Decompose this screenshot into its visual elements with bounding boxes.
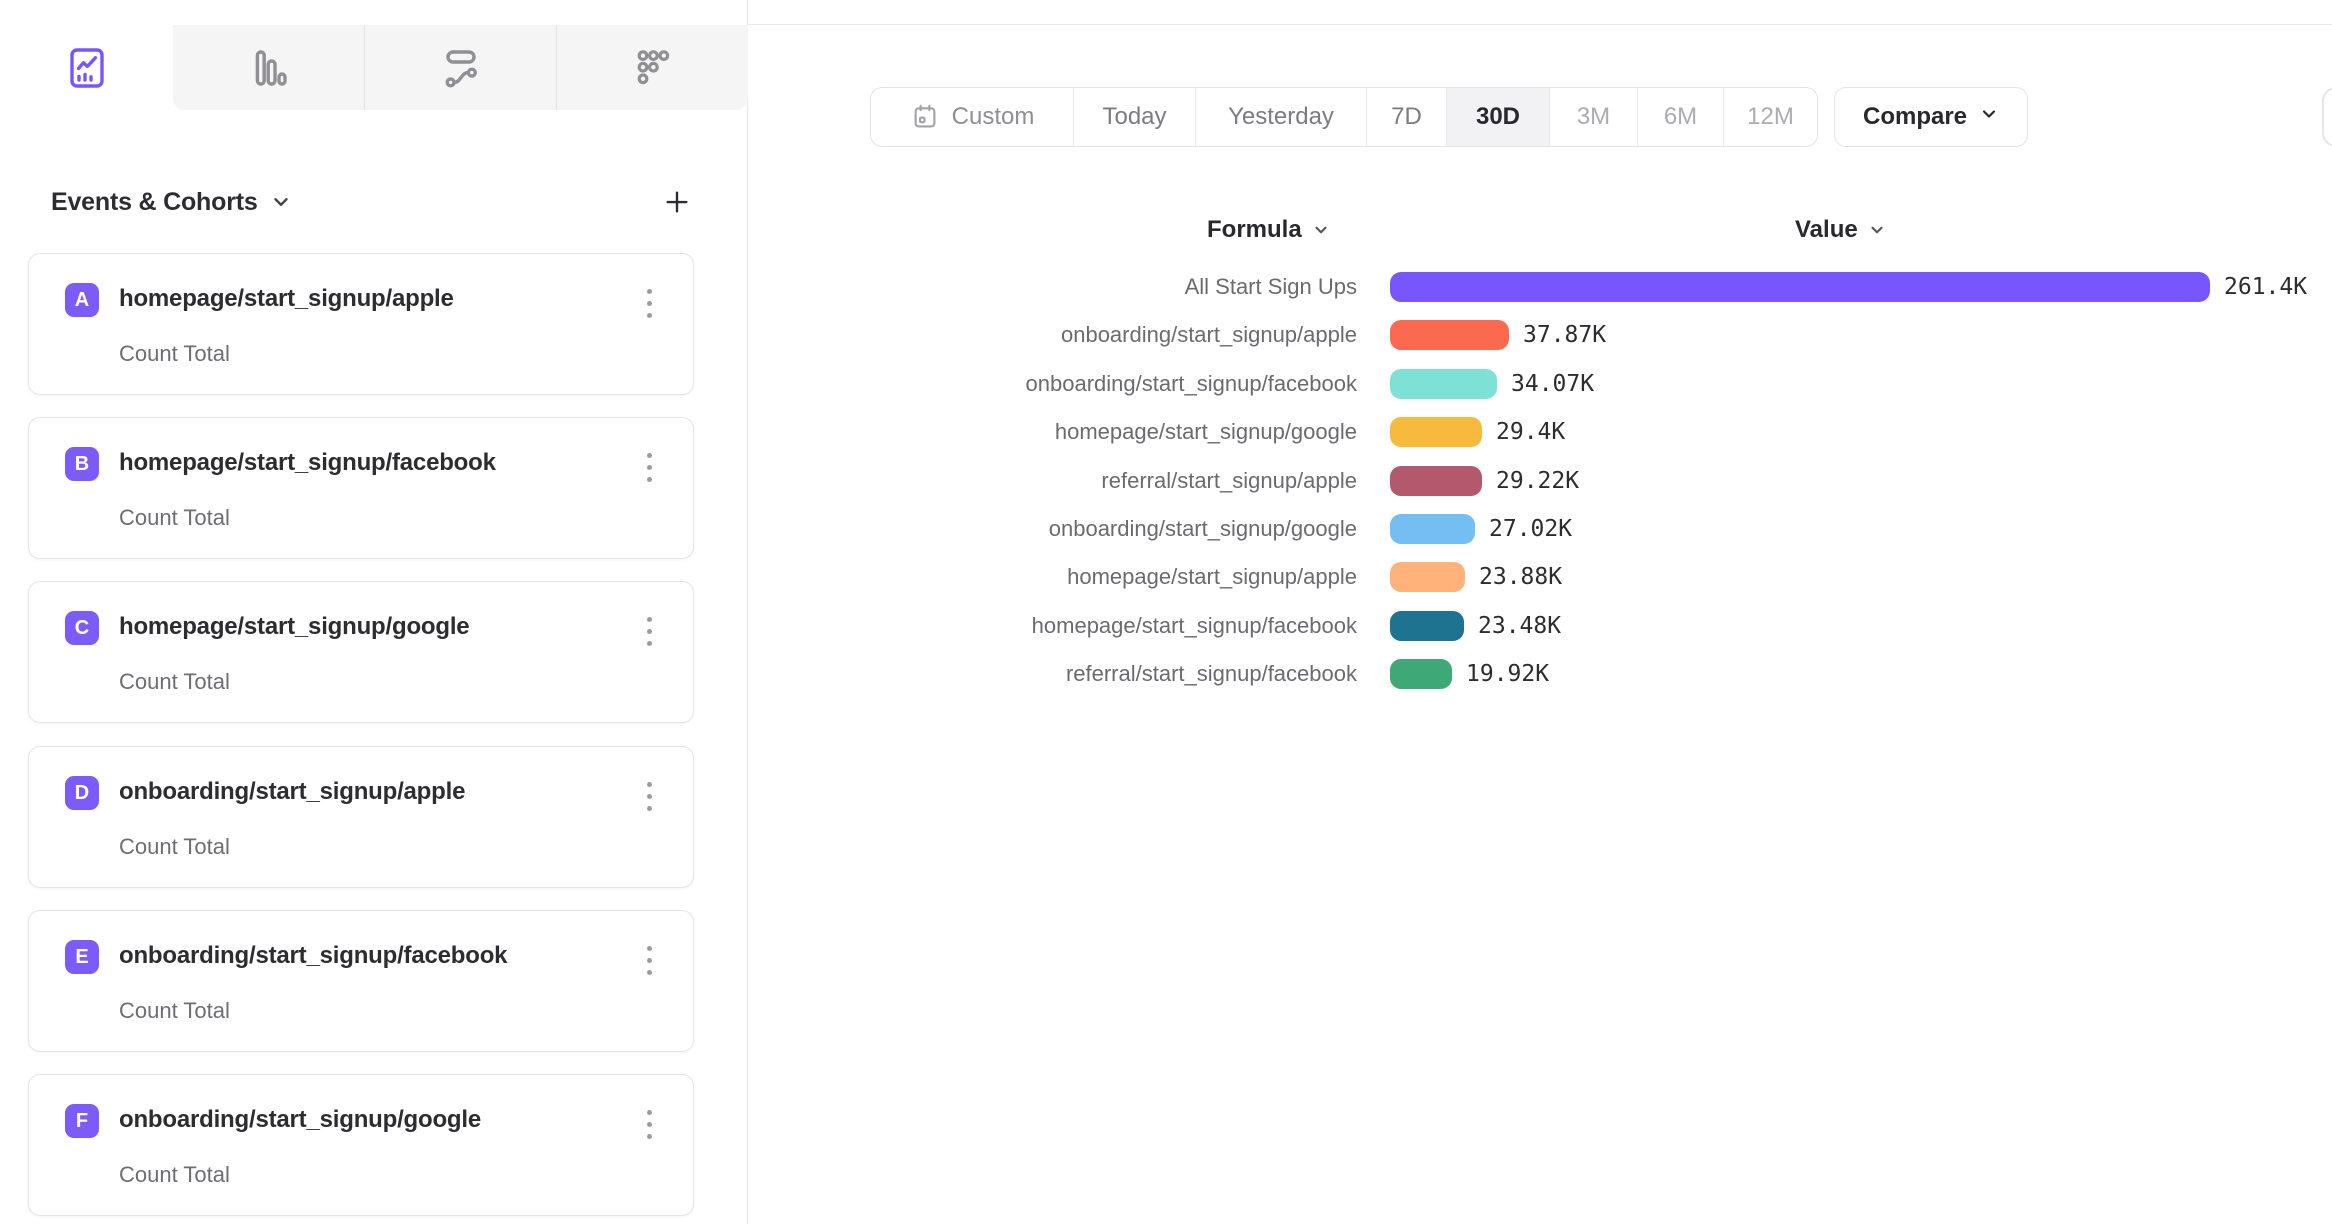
chart-row: onboarding/start_signup/google 27.02K	[700, 514, 1572, 544]
event-card-title: homepage/start_signup/google	[119, 613, 469, 641]
date-range-label: 3M	[1577, 103, 1610, 131]
event-card-measurement[interactable]: Count Total	[119, 669, 230, 695]
chart-row-label: referral/start_signup/apple	[700, 468, 1357, 494]
date-range-label: Custom	[952, 103, 1035, 131]
chevron-down-icon	[1312, 221, 1330, 239]
kebab-menu-icon[interactable]	[631, 937, 667, 983]
date-range-yesterday[interactable]: Yesterday	[1195, 88, 1366, 146]
date-range-label: Yesterday	[1228, 103, 1334, 131]
event-card-title: onboarding/start_signup/facebook	[119, 942, 507, 970]
chart-row-label: onboarding/start_signup/apple	[700, 322, 1357, 348]
event-card-measurement[interactable]: Count Total	[119, 834, 230, 860]
chart-bar[interactable]	[1390, 272, 2210, 302]
chart-row: referral/start_signup/apple 29.22K	[700, 466, 1579, 496]
event-card-title: homepage/start_signup/facebook	[119, 449, 496, 477]
chart-bar-value: 27.02K	[1489, 516, 1572, 542]
chart-row: homepage/start_signup/google 29.4K	[700, 417, 1565, 447]
chart-row: homepage/start_signup/apple 23.88K	[700, 562, 1562, 592]
chart-bar[interactable]	[1390, 659, 1452, 689]
event-card[interactable]: E onboarding/start_signup/facebook Count…	[28, 910, 694, 1052]
event-card[interactable]: D onboarding/start_signup/apple Count To…	[28, 746, 694, 888]
event-letter-badge: F	[65, 1104, 99, 1138]
kebab-menu-icon[interactable]	[631, 1101, 667, 1147]
chart-row-label: homepage/start_signup/apple	[700, 564, 1357, 590]
date-range-label: Today	[1102, 103, 1166, 131]
kebab-menu-icon[interactable]	[631, 280, 667, 326]
chart-row: All Start Sign Ups 261.4K	[700, 272, 2307, 302]
chart-bar-value: 37.87K	[1523, 322, 1606, 348]
kebab-menu-icon[interactable]	[631, 444, 667, 490]
edge-partial-button[interactable]	[2322, 87, 2332, 147]
event-card-measurement[interactable]: Count Total	[119, 505, 230, 531]
date-range-6m[interactable]: 6M	[1637, 88, 1723, 146]
event-card[interactable]: F onboarding/start_signup/google Count T…	[28, 1074, 694, 1216]
chart-row-label: homepage/start_signup/google	[700, 419, 1357, 445]
chart-row-label: All Start Sign Ups	[700, 274, 1357, 300]
event-card[interactable]: C homepage/start_signup/google Count Tot…	[28, 581, 694, 723]
date-range-segmented-control: Custom Today Yesterday 7D 30D 3M 6M 12M	[870, 87, 1818, 147]
chevron-down-icon	[1979, 103, 1999, 131]
value-column-header[interactable]: Value	[1795, 214, 1886, 246]
chart-row-label: referral/start_signup/facebook	[700, 661, 1357, 687]
chevron-down-icon	[1868, 221, 1886, 239]
chart-row-label: onboarding/start_signup/google	[700, 516, 1357, 542]
chart-bar-value: 23.48K	[1478, 613, 1561, 639]
chart-bar-value: 29.22K	[1496, 468, 1579, 494]
chart-bar-value: 23.88K	[1479, 564, 1562, 590]
chart-row: onboarding/start_signup/facebook 34.07K	[700, 369, 1594, 399]
date-range-7d[interactable]: 7D	[1366, 88, 1446, 146]
chart-bar[interactable]	[1390, 611, 1464, 641]
calendar-icon	[910, 102, 940, 132]
chart-bar[interactable]	[1390, 417, 1482, 447]
chart-bar-value: 261.4K	[2224, 274, 2307, 300]
sidebar: Events & Cohorts A homepage/start_signup…	[0, 0, 748, 1224]
event-card-measurement[interactable]: Count Total	[119, 1162, 230, 1188]
chart-bar-value: 34.07K	[1511, 371, 1594, 397]
compare-button[interactable]: Compare	[1834, 87, 2028, 147]
date-range-label: 30D	[1476, 103, 1520, 131]
formula-header-label: Formula	[1207, 216, 1302, 244]
event-card[interactable]: B homepage/start_signup/facebook Count T…	[28, 417, 694, 559]
chart-row: referral/start_signup/facebook 19.92K	[700, 659, 1549, 689]
event-letter-badge: D	[65, 776, 99, 810]
chart-bar[interactable]	[1390, 466, 1482, 496]
kebab-menu-icon[interactable]	[631, 773, 667, 819]
chart-row-label: onboarding/start_signup/facebook	[700, 371, 1357, 397]
date-range-custom[interactable]: Custom	[871, 88, 1073, 146]
formula-column-header[interactable]: Formula	[1207, 214, 1330, 246]
chart-row: onboarding/start_signup/apple 37.87K	[700, 320, 1606, 350]
chart-row: homepage/start_signup/facebook 23.48K	[700, 611, 1561, 641]
chart-bar[interactable]	[1390, 514, 1475, 544]
event-letter-badge: B	[65, 447, 99, 481]
chart-bar[interactable]	[1390, 562, 1465, 592]
date-range-12m[interactable]: 12M	[1723, 88, 1817, 146]
date-range-label: 12M	[1747, 103, 1794, 131]
event-card-title: onboarding/start_signup/apple	[119, 778, 465, 806]
event-card-measurement[interactable]: Count Total	[119, 998, 230, 1024]
event-letter-badge: C	[65, 611, 99, 645]
chart-bar[interactable]	[1390, 369, 1497, 399]
chart-row-label: homepage/start_signup/facebook	[700, 613, 1357, 639]
chart-bar-value: 29.4K	[1496, 419, 1565, 445]
event-card[interactable]: A homepage/start_signup/apple Count Tota…	[28, 253, 694, 395]
date-range-label: 6M	[1664, 103, 1697, 131]
event-letter-badge: E	[65, 940, 99, 974]
event-card-measurement[interactable]: Count Total	[119, 341, 230, 367]
event-card-title: onboarding/start_signup/google	[119, 1106, 481, 1134]
event-card-title: homepage/start_signup/apple	[119, 285, 454, 313]
chart-bar-value: 19.92K	[1466, 661, 1549, 687]
kebab-menu-icon[interactable]	[631, 608, 667, 654]
event-letter-badge: A	[65, 283, 99, 317]
value-header-label: Value	[1795, 216, 1858, 244]
date-range-3m[interactable]: 3M	[1549, 88, 1637, 146]
event-card-list: A homepage/start_signup/apple Count Tota…	[0, 0, 748, 1224]
chart-bar[interactable]	[1390, 320, 1509, 350]
date-range-label: 7D	[1391, 103, 1422, 131]
date-range-30d[interactable]: 30D	[1446, 88, 1549, 146]
date-range-today[interactable]: Today	[1073, 88, 1195, 146]
compare-label: Compare	[1863, 103, 1967, 131]
